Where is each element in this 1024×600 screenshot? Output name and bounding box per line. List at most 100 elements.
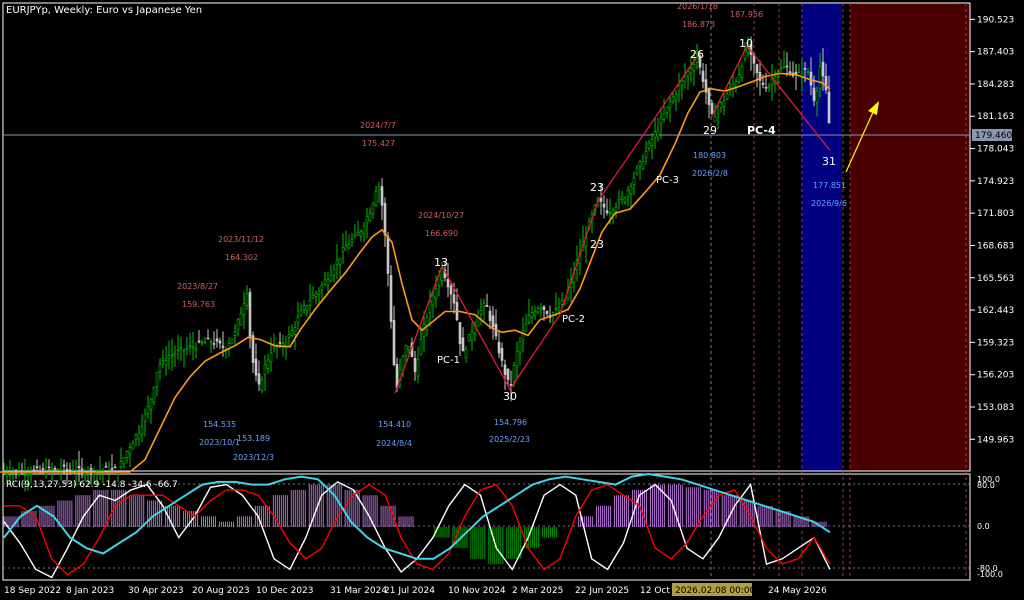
candle-body [818,66,822,89]
candle-body [632,177,636,185]
candle-body [302,305,306,310]
candle-body [677,85,681,91]
candle-body [170,354,174,357]
candle-body [389,275,393,322]
candle-body [209,341,213,344]
wave-count: 31 [822,155,836,168]
swing-high-date: 2024/10/27 [418,211,464,220]
candle-body [377,186,381,190]
candle-body [290,330,294,336]
candle-body [32,469,36,471]
candle-body [419,338,423,355]
candle-body [734,81,738,87]
price-tick-label: 149.963 [977,435,1014,445]
candle-body [311,294,315,299]
candle-body [104,466,108,468]
candle-body [371,203,375,214]
candle-body [737,74,741,83]
candle-body [53,468,57,470]
candle-body [785,65,789,68]
candle-body [470,331,474,341]
candle-body [815,90,819,103]
candle-body [203,341,207,344]
candle-body [434,288,438,299]
x-tick-label: 20 Aug 2023 [192,586,250,596]
candle-body [17,473,21,475]
chart-window[interactable]: 190.523 187.403 184.283 181.163 178.043 174.9… [0,0,1024,600]
candle-body [797,70,801,73]
candle-body [512,365,516,382]
candle-body [80,468,84,470]
candle-body [716,109,720,114]
candle-body [641,160,645,169]
pc-label: PC-1 [437,355,460,366]
candle-body [197,340,201,343]
candle-body [350,238,354,243]
candle-body [425,317,429,331]
x-tick-label: 8 Jan 2023 [66,586,114,596]
candle-body [674,94,678,101]
candle-body [488,310,492,321]
candle-body [611,210,615,215]
candle-body [188,345,192,348]
candle-body [110,468,114,470]
candle-body [140,426,144,436]
candle-body [461,337,465,352]
pc-label: PC-2 [562,314,585,325]
candle-body [218,340,222,344]
candle-body [527,314,531,323]
candle-body [230,338,234,344]
candle-body [233,331,237,336]
candle-body [809,71,813,86]
price-tick-label: 171.803 [977,209,1014,219]
wave-count: 23 [590,238,604,251]
candle-body [89,468,93,470]
candle-body [23,474,27,476]
candle-body [116,472,120,475]
candle-body [485,305,489,307]
candle-body [239,313,243,326]
swing-low-date: 2026/2/8 [692,169,728,178]
candle-body [338,257,342,265]
candle-body [614,207,618,212]
candle-body [29,473,33,475]
candle-body [761,82,765,85]
candle-body [314,292,318,297]
candle-body [671,96,675,103]
candle-body [668,101,672,109]
candle-body [332,268,336,276]
candle-body [380,186,384,206]
swing-low-price: 154.535 [203,420,236,429]
candle-body [242,303,246,316]
candle-body [416,359,420,377]
swing-low-date: 2023/10/1 [199,438,240,447]
candle-body [770,78,774,86]
price-tick-label: 156.203 [977,371,1014,381]
candle-body [194,348,198,351]
price-tick-label: 153.083 [977,403,1014,413]
candle-body [374,191,378,206]
candle-body [482,303,486,307]
candle-body [347,244,351,249]
candle-body [245,293,249,306]
candle-body [524,323,528,332]
swing-high-date: 2024/7/7 [360,121,396,130]
crosshair-time-label: 2026.02.08 00:00 [675,586,756,596]
candle-body [176,349,180,352]
rci-tick-label: -100.0 [977,570,1003,579]
candle-body [623,197,627,203]
candle-body [26,473,30,476]
candle-body [545,311,549,315]
candle-body [710,102,714,114]
swing-low-price: 154.796 [494,418,527,427]
candle-body [317,290,321,295]
candle-body [497,341,501,354]
candle-body [5,473,9,475]
swing-high-price: 175.427 [362,139,395,148]
candle-body [725,93,729,100]
x-tick-label: 21 Jul 2024 [384,586,435,596]
swing-low-price: 180.803 [693,151,726,160]
price-tick-label: 159.323 [977,338,1014,348]
swing-high-price: 166.690 [425,229,458,238]
candle-body [536,307,540,313]
